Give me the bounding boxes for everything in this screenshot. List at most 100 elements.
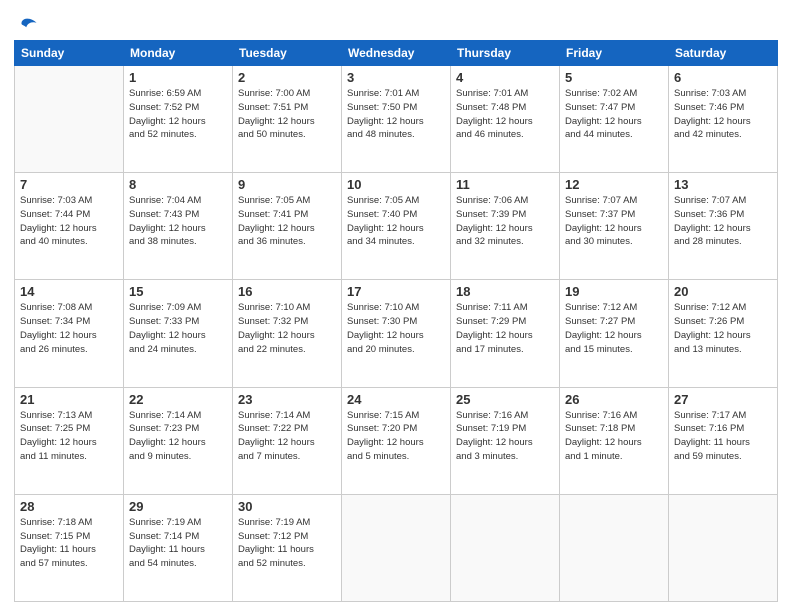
day-info: Sunrise: 7:01 AM Sunset: 7:48 PM Dayligh… [456,87,554,142]
day-info: Sunrise: 7:18 AM Sunset: 7:15 PM Dayligh… [20,516,118,571]
page: SundayMondayTuesdayWednesdayThursdayFrid… [0,0,792,612]
day-info: Sunrise: 6:59 AM Sunset: 7:52 PM Dayligh… [129,87,227,142]
day-info: Sunrise: 7:11 AM Sunset: 7:29 PM Dayligh… [456,301,554,356]
day-number: 14 [20,284,118,299]
day-number: 23 [238,392,336,407]
calendar-header-row: SundayMondayTuesdayWednesdayThursdayFrid… [15,41,778,66]
day-info: Sunrise: 7:16 AM Sunset: 7:19 PM Dayligh… [456,409,554,464]
calendar-cell: 11 Sunrise: 7:06 AM Sunset: 7:39 PM Dayli… [451,173,560,280]
calendar-cell: 18 Sunrise: 7:11 AM Sunset: 7:29 PM Dayli… [451,280,560,387]
day-number: 6 [674,70,772,85]
day-info: Sunrise: 7:07 AM Sunset: 7:37 PM Dayligh… [565,194,663,249]
day-info: Sunrise: 7:09 AM Sunset: 7:33 PM Dayligh… [129,301,227,356]
calendar-week-3: 14 Sunrise: 7:08 AM Sunset: 7:34 PM Dayli… [15,280,778,387]
day-info: Sunrise: 7:08 AM Sunset: 7:34 PM Dayligh… [20,301,118,356]
day-info: Sunrise: 7:04 AM Sunset: 7:43 PM Dayligh… [129,194,227,249]
calendar-header-thursday: Thursday [451,41,560,66]
calendar-cell: 14 Sunrise: 7:08 AM Sunset: 7:34 PM Dayli… [15,280,124,387]
day-number: 24 [347,392,445,407]
calendar-cell: 19 Sunrise: 7:12 AM Sunset: 7:27 PM Dayli… [560,280,669,387]
calendar-header-wednesday: Wednesday [342,41,451,66]
day-number: 25 [456,392,554,407]
day-info: Sunrise: 7:10 AM Sunset: 7:32 PM Dayligh… [238,301,336,356]
logo [14,14,38,36]
calendar-header-tuesday: Tuesday [233,41,342,66]
day-number: 1 [129,70,227,85]
calendar-cell: 10 Sunrise: 7:05 AM Sunset: 7:40 PM Dayli… [342,173,451,280]
day-info: Sunrise: 7:12 AM Sunset: 7:26 PM Dayligh… [674,301,772,356]
day-info: Sunrise: 7:02 AM Sunset: 7:47 PM Dayligh… [565,87,663,142]
day-info: Sunrise: 7:14 AM Sunset: 7:22 PM Dayligh… [238,409,336,464]
day-number: 22 [129,392,227,407]
calendar-cell: 17 Sunrise: 7:10 AM Sunset: 7:30 PM Dayli… [342,280,451,387]
calendar-table: SundayMondayTuesdayWednesdayThursdayFrid… [14,40,778,602]
day-number: 9 [238,177,336,192]
calendar-header-friday: Friday [560,41,669,66]
day-number: 3 [347,70,445,85]
calendar-cell: 15 Sunrise: 7:09 AM Sunset: 7:33 PM Dayli… [124,280,233,387]
day-info: Sunrise: 7:19 AM Sunset: 7:12 PM Dayligh… [238,516,336,571]
calendar-week-5: 28 Sunrise: 7:18 AM Sunset: 7:15 PM Dayli… [15,494,778,601]
calendar-cell: 28 Sunrise: 7:18 AM Sunset: 7:15 PM Dayli… [15,494,124,601]
calendar-cell [451,494,560,601]
day-info: Sunrise: 7:12 AM Sunset: 7:27 PM Dayligh… [565,301,663,356]
calendar-cell: 13Sunrise: 7:07 AM Sunset: 7:36 PM Dayli… [669,173,778,280]
day-number: 16 [238,284,336,299]
day-number: 10 [347,177,445,192]
day-info: Sunrise: 7:05 AM Sunset: 7:40 PM Dayligh… [347,194,445,249]
calendar-cell: 30 Sunrise: 7:19 AM Sunset: 7:12 PM Dayli… [233,494,342,601]
day-info: Sunrise: 7:03 AM Sunset: 7:44 PM Dayligh… [20,194,118,249]
calendar-cell: 26 Sunrise: 7:16 AM Sunset: 7:18 PM Dayli… [560,387,669,494]
day-number: 12 [565,177,663,192]
calendar-cell: 23 Sunrise: 7:14 AM Sunset: 7:22 PM Dayli… [233,387,342,494]
day-info: Sunrise: 7:05 AM Sunset: 7:41 PM Dayligh… [238,194,336,249]
calendar-cell [560,494,669,601]
calendar-cell: 3 Sunrise: 7:01 AM Sunset: 7:50 PM Daylig… [342,66,451,173]
day-info: Sunrise: 7:15 AM Sunset: 7:20 PM Dayligh… [347,409,445,464]
day-number: 4 [456,70,554,85]
day-info: Sunrise: 7:10 AM Sunset: 7:30 PM Dayligh… [347,301,445,356]
calendar-cell [342,494,451,601]
day-number: 19 [565,284,663,299]
calendar-cell [669,494,778,601]
day-info: Sunrise: 7:01 AM Sunset: 7:50 PM Dayligh… [347,87,445,142]
day-info: Sunrise: 7:07 AM Sunset: 7:36 PM Dayligh… [674,194,772,249]
calendar-cell: 21 Sunrise: 7:13 AM Sunset: 7:25 PM Dayli… [15,387,124,494]
calendar-cell: 20 Sunrise: 7:12 AM Sunset: 7:26 PM Dayli… [669,280,778,387]
calendar-cell: 4 Sunrise: 7:01 AM Sunset: 7:48 PM Daylig… [451,66,560,173]
calendar-cell: 27 Sunrise: 7:17 AM Sunset: 7:16 PM Dayli… [669,387,778,494]
calendar-cell: 5 Sunrise: 7:02 AM Sunset: 7:47 PM Daylig… [560,66,669,173]
calendar-header-monday: Monday [124,41,233,66]
logo-bird-icon [16,14,38,36]
day-number: 30 [238,499,336,514]
day-info: Sunrise: 7:17 AM Sunset: 7:16 PM Dayligh… [674,409,772,464]
day-number: 7 [20,177,118,192]
day-number: 20 [674,284,772,299]
day-info: Sunrise: 7:06 AM Sunset: 7:39 PM Dayligh… [456,194,554,249]
calendar-cell: 12 Sunrise: 7:07 AM Sunset: 7:37 PM Dayli… [560,173,669,280]
calendar-cell: 7 Sunrise: 7:03 AM Sunset: 7:44 PM Daylig… [15,173,124,280]
day-number: 15 [129,284,227,299]
calendar-cell: 8Sunrise: 7:04 AM Sunset: 7:43 PM Daylig… [124,173,233,280]
day-number: 26 [565,392,663,407]
day-number: 18 [456,284,554,299]
calendar-cell [15,66,124,173]
calendar-cell: 9 Sunrise: 7:05 AM Sunset: 7:41 PM Daylig… [233,173,342,280]
calendar-cell: 25 Sunrise: 7:16 AM Sunset: 7:19 PM Dayli… [451,387,560,494]
day-info: Sunrise: 7:13 AM Sunset: 7:25 PM Dayligh… [20,409,118,464]
day-number: 17 [347,284,445,299]
day-info: Sunrise: 7:19 AM Sunset: 7:14 PM Dayligh… [129,516,227,571]
calendar-cell: 22 Sunrise: 7:14 AM Sunset: 7:23 PM Dayli… [124,387,233,494]
day-number: 5 [565,70,663,85]
calendar-cell: 16 Sunrise: 7:10 AM Sunset: 7:32 PM Dayli… [233,280,342,387]
day-number: 11 [456,177,554,192]
day-info: Sunrise: 7:16 AM Sunset: 7:18 PM Dayligh… [565,409,663,464]
day-info: Sunrise: 7:14 AM Sunset: 7:23 PM Dayligh… [129,409,227,464]
day-number: 21 [20,392,118,407]
calendar-cell: 2Sunrise: 7:00 AM Sunset: 7:51 PM Daylig… [233,66,342,173]
day-number: 2 [238,70,336,85]
day-number: 28 [20,499,118,514]
calendar-cell: 24 Sunrise: 7:15 AM Sunset: 7:20 PM Dayli… [342,387,451,494]
day-number: 27 [674,392,772,407]
calendar-cell: 1 Sunrise: 6:59 AM Sunset: 7:52 PM Daylig… [124,66,233,173]
